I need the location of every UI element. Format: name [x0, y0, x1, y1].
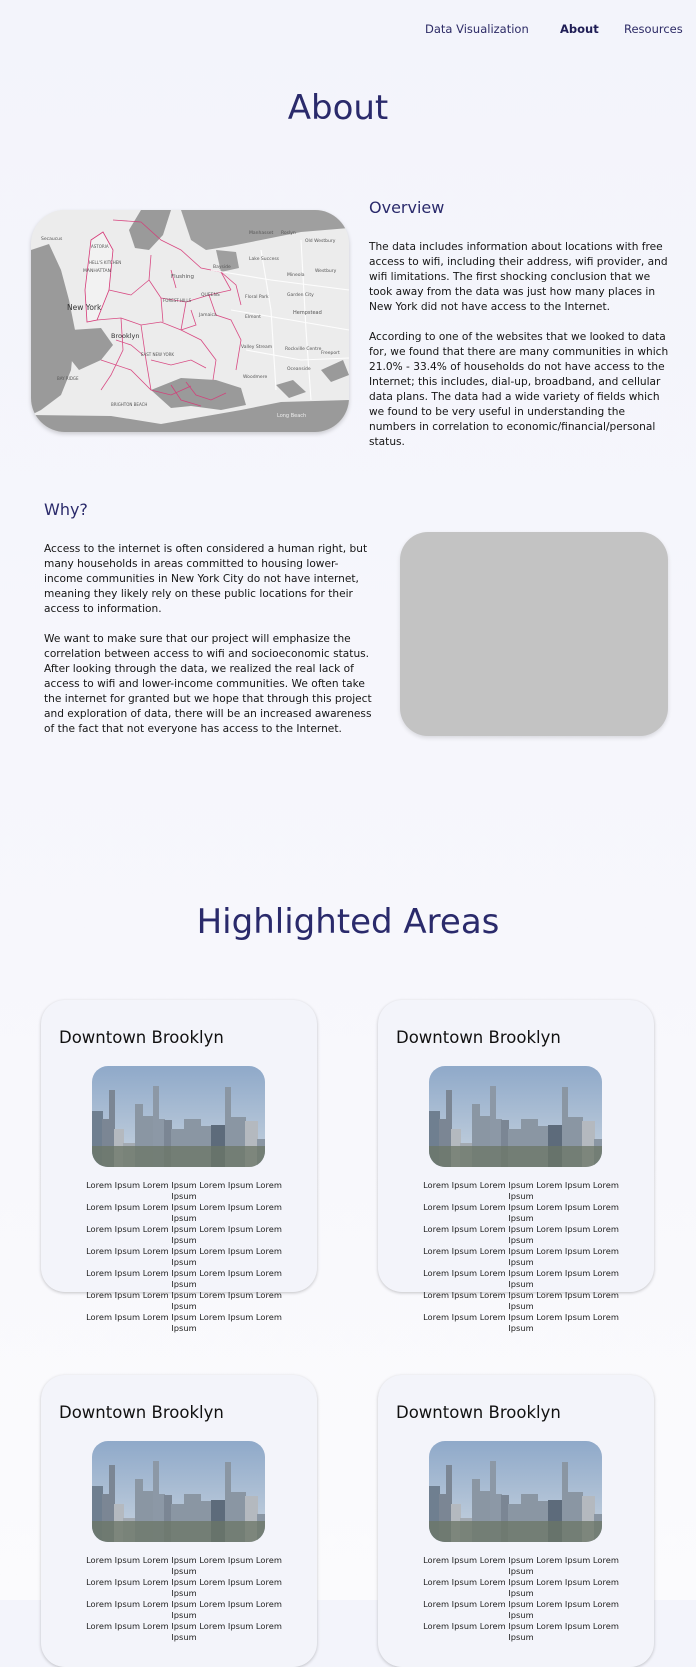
map-label-forest-hills: FOREST HILLS — [163, 298, 192, 303]
map-label-elmont: Elmont — [245, 314, 261, 320]
map-label-rockville-centre: Rockville Centre — [285, 346, 322, 352]
top-nav: Data Visualization About Resources — [0, 22, 696, 42]
map-label-brighton-beach: BRIGHTON BEACH — [111, 402, 147, 407]
map-label-mineola: Mineola — [287, 272, 305, 278]
why-paragraph-1: Access to the internet is often consider… — [44, 543, 368, 615]
area-card-title: Downtown Brooklyn — [59, 1403, 224, 1422]
overview-paragraph-1: The data includes information about loca… — [369, 241, 668, 313]
map-label-manhasset: Manhasset — [249, 230, 274, 236]
why-paragraph-2: We want to make sure that our project wi… — [44, 633, 372, 735]
nav-link-resources[interactable]: Resources — [624, 22, 683, 36]
area-card[interactable]: Downtown Brooklyn Lorem Ipsum Lorem Ipsu… — [378, 1000, 654, 1333]
map-label-old-westbury: Old Westbury — [305, 238, 336, 244]
area-card-photo — [429, 1441, 602, 1542]
map-label-hempstead: Hempstead — [293, 310, 322, 316]
area-card-photo — [92, 1066, 265, 1167]
area-card-text: Lorem Ipsum Lorem Ipsum Lorem Ipsum Lore… — [86, 1180, 282, 1333]
map-label-secaucus: Secaucus — [41, 236, 63, 242]
map-label-roslyn: Roslyn — [281, 230, 296, 236]
image-placeholder — [400, 532, 668, 736]
map-label-valley-stream: Valley Stream — [241, 344, 272, 350]
map-label-jamaica: Jamaica — [198, 312, 217, 318]
area-card[interactable]: Downtown Brooklyn Lorem Ipsum Lorem Ipsu… — [41, 1375, 317, 1667]
area-card-photo — [429, 1066, 602, 1167]
map-label-new-york: New York — [67, 303, 102, 312]
map-label-woodmere: Woodmere — [243, 374, 267, 380]
map-label-queens: QUEENS — [201, 292, 220, 298]
map-label-freeport: Freeport — [321, 350, 340, 356]
overview-heading: Overview — [369, 198, 445, 217]
map-label-bayside: Bayside — [213, 264, 231, 270]
map-label-long-beach: Long Beach — [277, 413, 306, 419]
map-label-garden-city: Garden City — [287, 292, 314, 298]
overview-paragraph-2: According to one of the websites that we… — [369, 331, 669, 448]
page-title: About — [287, 88, 389, 128]
area-card-text: Lorem Ipsum Lorem Ipsum Lorem Ipsum Lore… — [423, 1180, 619, 1333]
map-label-flushing: Flushing — [171, 274, 194, 280]
why-heading: Why? — [44, 500, 88, 519]
map-label-westbury: Westbury — [315, 268, 337, 274]
area-card-title: Downtown Brooklyn — [396, 1403, 561, 1422]
map-label-bay-ridge: BAY RIDGE — [57, 376, 79, 381]
area-card-title: Downtown Brooklyn — [59, 1028, 224, 1047]
map-label-hells-kitchen: HELL'S KITCHEN — [89, 260, 121, 265]
area-card[interactable]: Downtown Brooklyn Lorem Ipsum Lorem Ipsu… — [378, 1375, 654, 1667]
area-card-text: Lorem Ipsum Lorem Ipsum Lorem Ipsum Lore… — [86, 1555, 282, 1642]
map-label-brooklyn: Brooklyn — [111, 332, 139, 340]
area-card-text: Lorem Ipsum Lorem Ipsum Lorem Ipsum Lore… — [423, 1555, 619, 1642]
highlighted-areas-title: Highlighted Areas — [196, 902, 500, 942]
map-label-manhattan: MANHATTAN — [83, 268, 111, 274]
map-label-astoria: ASTORIA — [91, 244, 109, 249]
area-card[interactable]: Downtown Brooklyn Lorem Ipsum Lorem Ipsu… — [41, 1000, 317, 1333]
map-label-east-new-york: EAST NEW YORK — [141, 352, 174, 357]
map-label-lake-success: Lake Success — [249, 256, 280, 262]
nyc-map-image: New York Brooklyn MANHATTAN HELL'S KITCH… — [31, 210, 349, 432]
area-card-photo — [92, 1441, 265, 1542]
nav-link-data-visualization[interactable]: Data Visualization — [425, 22, 529, 36]
map-label-oceanside: Oceanside — [287, 366, 311, 372]
area-card-title: Downtown Brooklyn — [396, 1028, 561, 1047]
map-label-floral-park: Floral Park — [245, 294, 269, 300]
nav-link-about[interactable]: About — [560, 22, 599, 36]
